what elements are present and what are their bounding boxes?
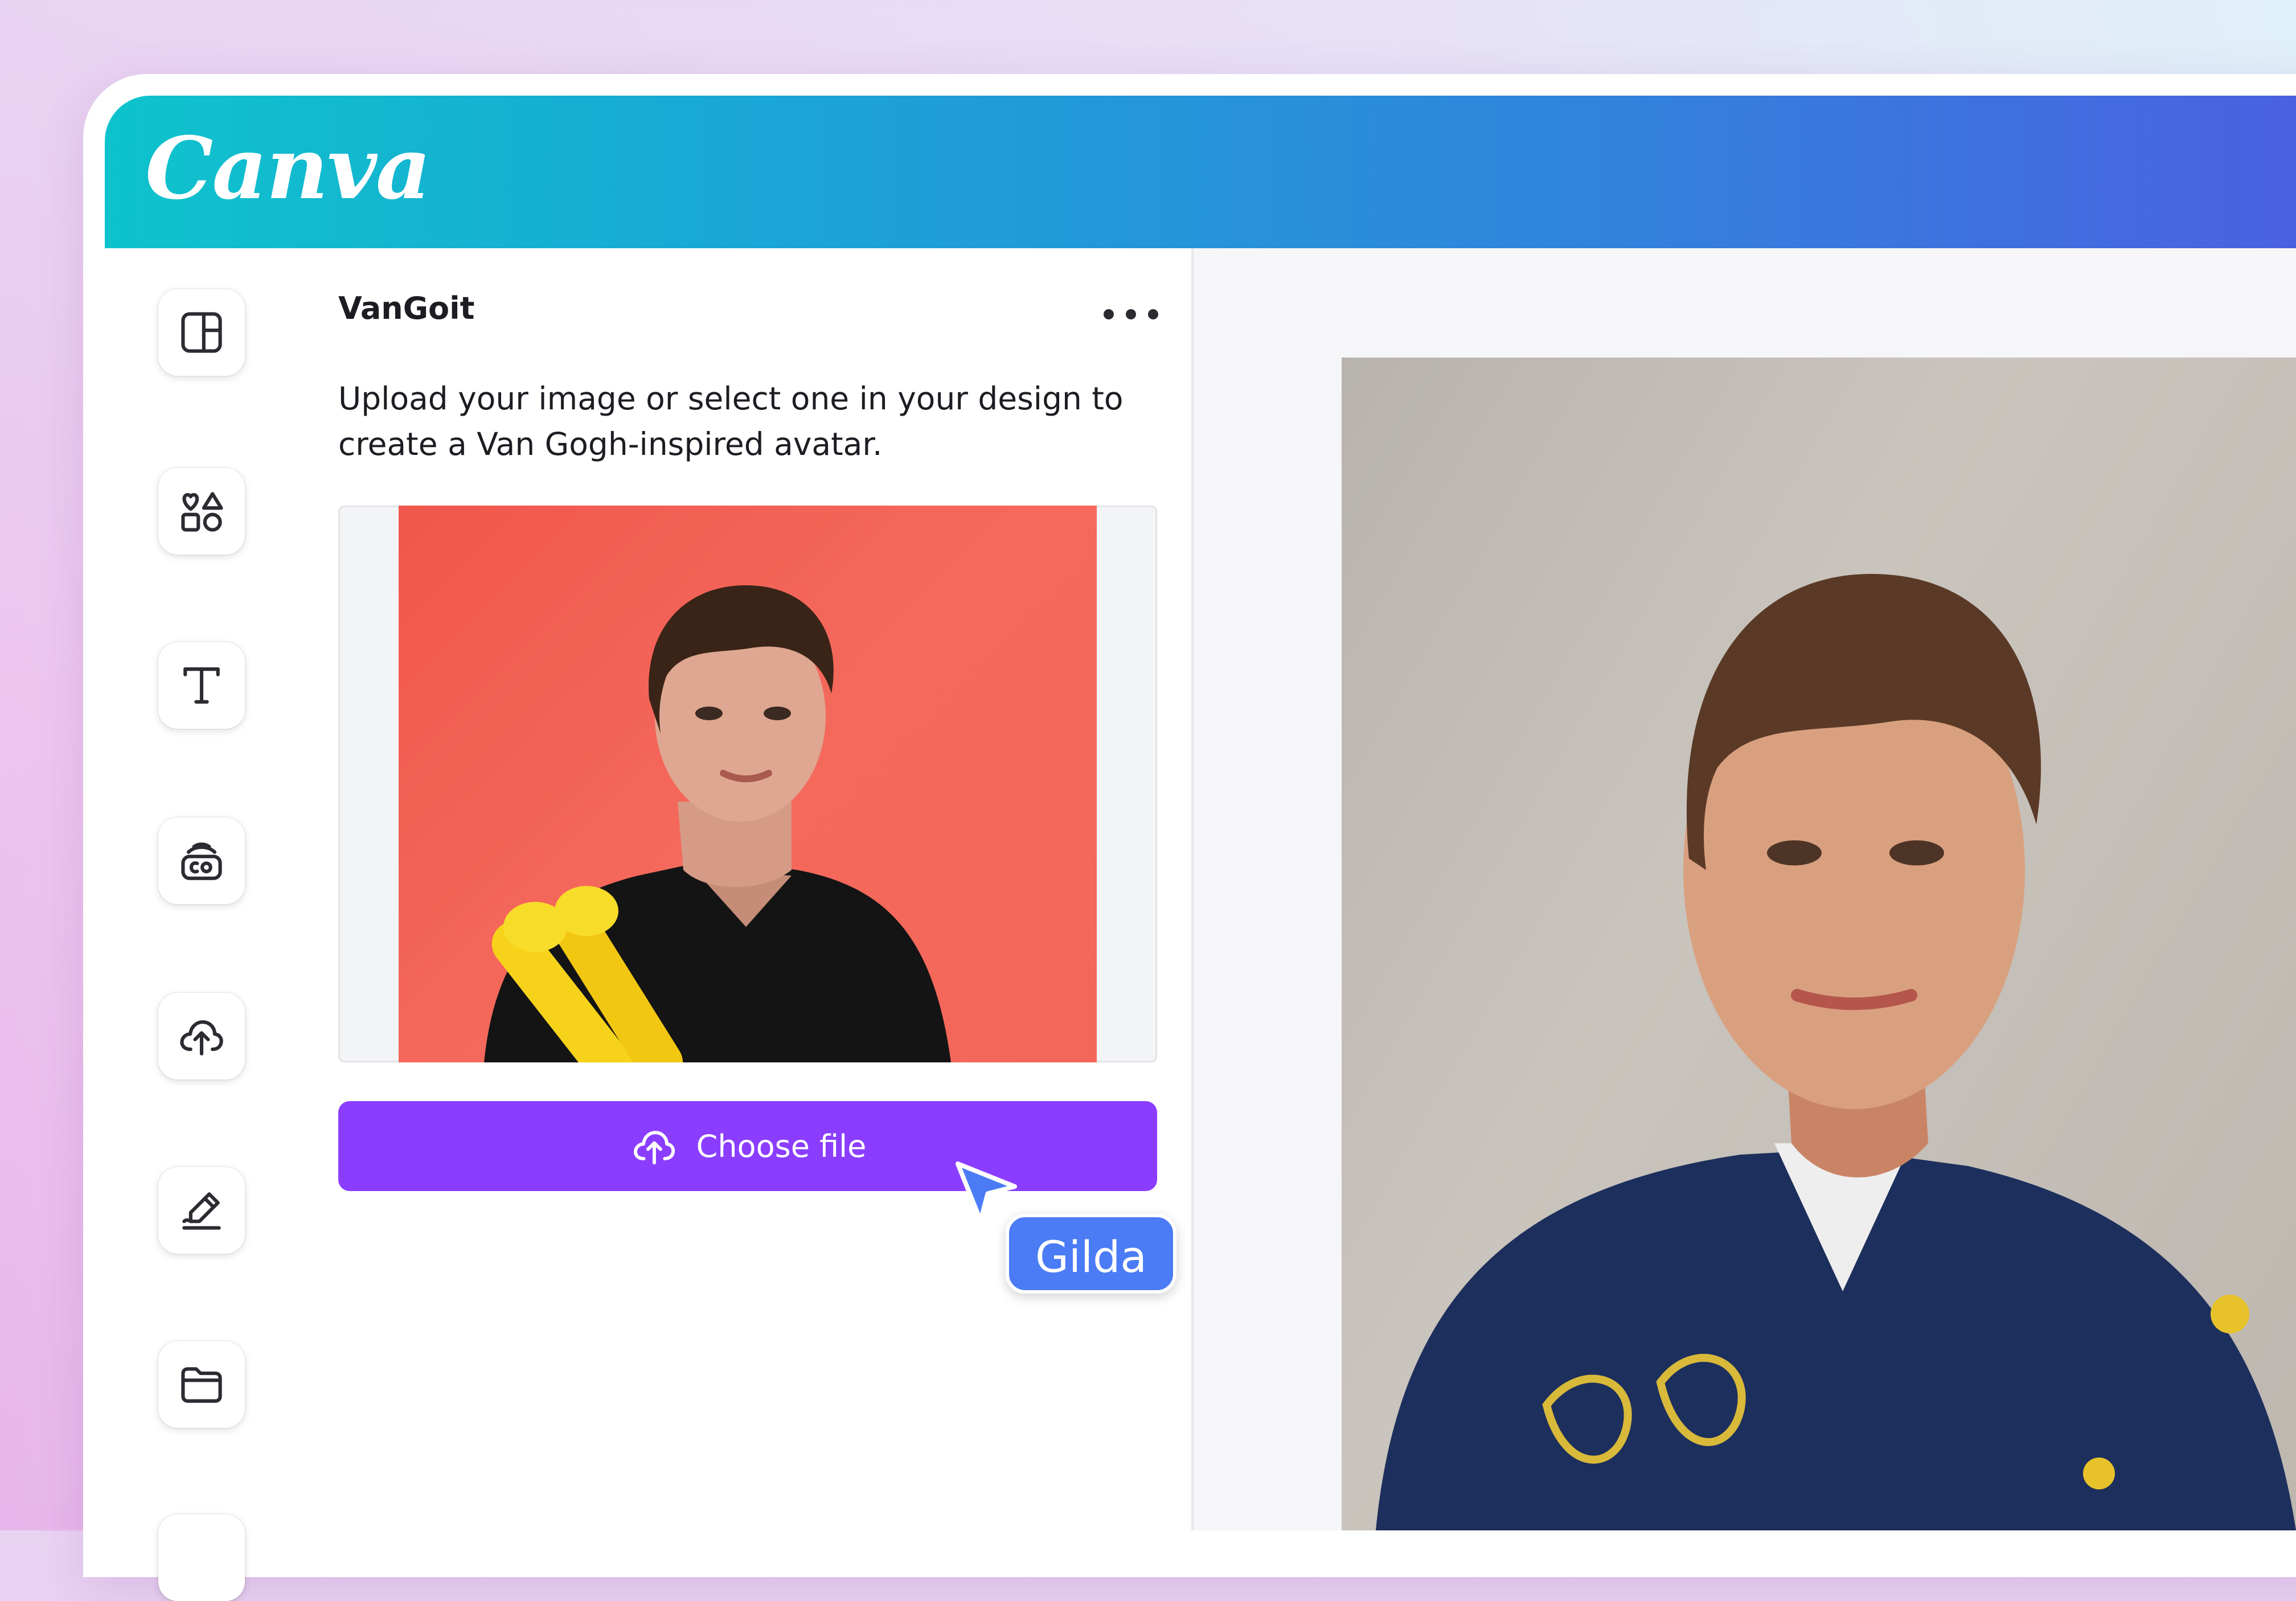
more-options-button[interactable] [1104,296,1158,332]
sidebar-item-design[interactable] [158,289,245,376]
folder-icon [181,1367,222,1403]
uploaded-photo-preview[interactable] [399,506,1097,1062]
sidebar-item-draw[interactable] [158,1167,245,1254]
layout-icon [181,312,222,353]
choose-file-button[interactable]: Choose file [338,1101,1157,1191]
portrait-photo-illustration [484,585,951,1062]
collaborator-name-tag: Gilda [1006,1214,1176,1294]
sidebar-item-brand[interactable] [158,818,245,904]
more-dot-icon [1148,309,1158,319]
generated-avatar-image[interactable] [1342,358,2296,1530]
sidebar-item-text[interactable] [158,642,245,729]
cloud-upload-icon [633,1131,675,1165]
sidebar-item-projects[interactable] [158,1341,245,1428]
more-dot-icon [1126,309,1136,319]
sidebar-item-elements[interactable] [158,468,245,555]
sidebar-item-more[interactable] [158,1514,245,1601]
text-icon [183,667,220,704]
brand-icon [181,842,222,880]
canva-logo[interactable]: Canva [145,117,431,220]
collaborator-cursor-icon [956,1161,1017,1223]
upload-icon [180,1020,223,1056]
app-description: Upload your image or select one in your … [338,380,1124,462]
choose-file-label: Choose file [696,1128,867,1164]
sidebar-item-uploads[interactable] [158,993,245,1079]
elements-icon [181,492,223,532]
more-dot-icon [1104,309,1114,319]
header-bar [105,96,2296,248]
app-title: VanGoit [338,290,475,326]
van-gogh-portrait-illustration [1376,574,2296,1530]
draw-icon [182,1192,221,1230]
